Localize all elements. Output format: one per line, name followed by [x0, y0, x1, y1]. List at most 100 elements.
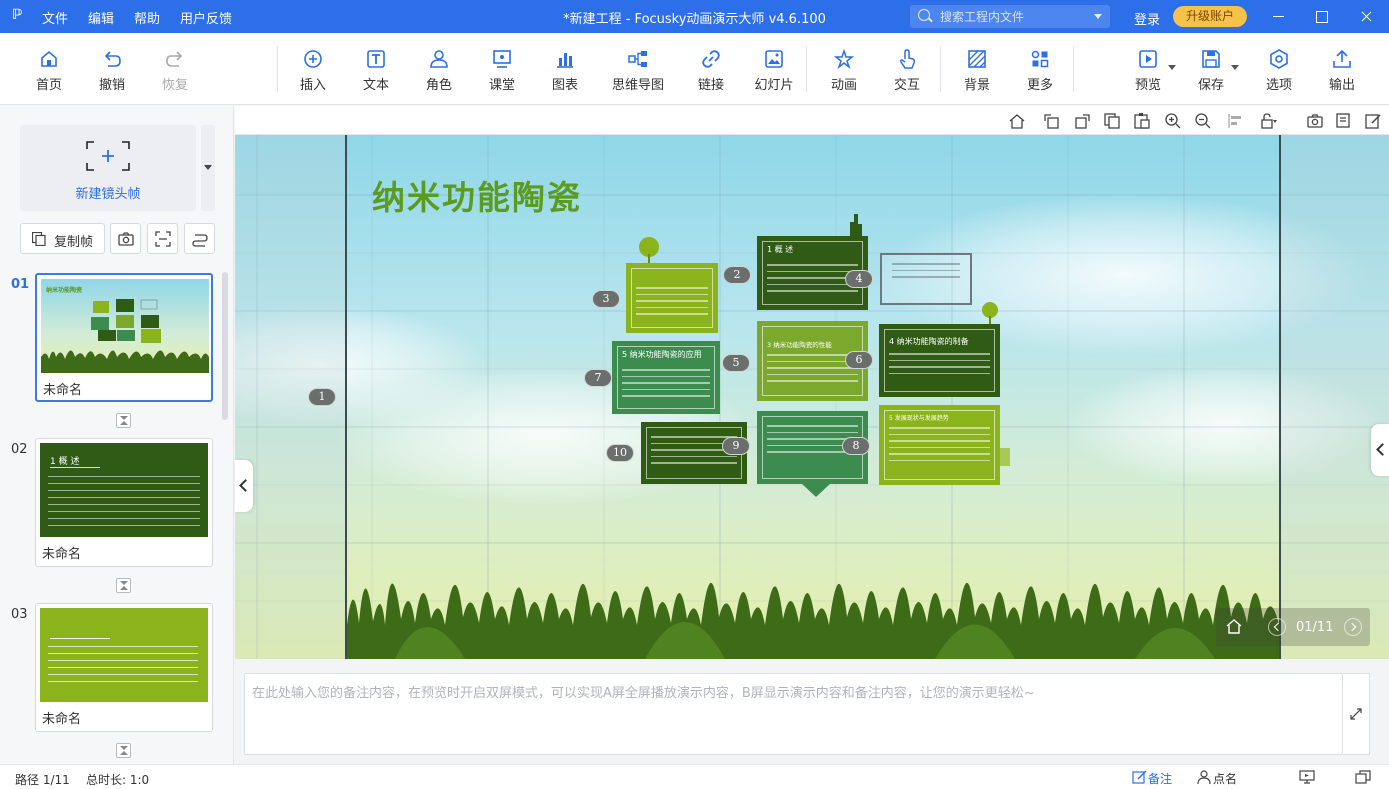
slide-title[interactable]: 纳米功能陶瓷 — [372, 171, 582, 219]
rotate-left-icon[interactable] — [1043, 112, 1061, 130]
insert-button[interactable]: 插入 — [282, 48, 344, 93]
transition-icon[interactable] — [116, 413, 131, 428]
home-button[interactable]: 首页 — [18, 48, 80, 93]
frame-card[interactable]: 1 概 述 未命名 — [35, 438, 213, 567]
preview-button[interactable]: 预览 — [1117, 48, 1179, 93]
edit-icon[interactable] — [1364, 112, 1382, 130]
snapshot-button[interactable] — [110, 223, 141, 254]
frame-card[interactable]: 纳米功能陶瓷 未命名 — [35, 273, 213, 402]
new-frame-dropdown[interactable] — [201, 125, 215, 211]
path-number-8[interactable]: 8 — [842, 437, 870, 455]
chevron-down-icon[interactable] — [1094, 14, 1102, 19]
maximize-button[interactable] — [1298, 0, 1344, 33]
animation-button[interactable]: 动画 — [813, 48, 875, 93]
classroom-icon — [493, 50, 511, 68]
slideshow-button[interactable]: 幻灯片 — [743, 48, 805, 93]
main-menu: 文件 编辑 帮助 用户反馈 — [42, 8, 232, 27]
menu-file[interactable]: 文件 — [42, 8, 68, 27]
save-button[interactable]: 保存 — [1180, 48, 1242, 93]
bar-chart-icon — [557, 53, 573, 68]
project-search[interactable] — [910, 5, 1110, 28]
toolbar-divider — [277, 46, 278, 92]
chevron-down-icon[interactable] — [1231, 65, 1239, 70]
content-box-outline[interactable] — [880, 253, 972, 305]
menu-help[interactable]: 帮助 — [134, 8, 160, 27]
background-button[interactable]: 背景 — [946, 48, 1008, 93]
home-icon[interactable] — [1224, 616, 1244, 636]
image-icon — [765, 50, 783, 68]
new-frame-button[interactable]: 新建镜头帧 — [20, 125, 196, 211]
link-button[interactable]: 链接 — [680, 48, 742, 93]
collapse-left-panel-button[interactable] — [235, 460, 253, 512]
path-number-7[interactable]: 7 — [584, 369, 612, 387]
thumb-diagram — [41, 299, 209, 373]
content-box-preparation[interactable]: 4 纳米功能陶瓷的制备 — [879, 324, 1000, 397]
editor-canvas[interactable]: 纳米功能陶瓷 1 概 述 3 纳米功能陶瓷的性能 4 纳米功能陶瓷的制备 5 纳… — [235, 135, 1389, 659]
layers-icon[interactable] — [1335, 112, 1353, 130]
menu-feedback[interactable]: 用户反馈 — [180, 8, 232, 27]
notes-input[interactable] — [244, 673, 1343, 755]
reorder-path-button[interactable] — [184, 223, 215, 254]
path-number-2[interactable]: 2 — [723, 266, 751, 284]
frame-list-scrollbar[interactable] — [222, 272, 228, 420]
rollcall-button[interactable]: 点名 — [1213, 770, 1237, 787]
expand-notes-button[interactable] — [1343, 673, 1370, 755]
frame-thumbnail: 1 概 述 — [40, 443, 208, 537]
text-button[interactable]: 文本 — [345, 48, 407, 93]
frame-card[interactable]: 未命名 — [35, 603, 213, 732]
path-number-5[interactable]: 5 — [722, 354, 750, 372]
copy-frame-button[interactable]: 复制帧 — [20, 223, 105, 254]
toolbar-divider — [806, 46, 807, 92]
camera-icon[interactable] — [1306, 112, 1324, 130]
options-button[interactable]: 选项 — [1248, 48, 1310, 93]
mindmap-button[interactable]: 思维导图 — [604, 48, 672, 93]
copy-icon[interactable] — [1103, 112, 1121, 130]
next-frame-button[interactable] — [1344, 618, 1362, 636]
status-bar: 路径 1/11 总时长: 1:0 备注 点名 — [0, 764, 1389, 789]
transition-icon[interactable] — [116, 743, 131, 758]
scan-frame-icon — [155, 231, 171, 247]
content-box-trends[interactable]: 5 发展现状与发展趋势 — [879, 405, 1000, 485]
path-number-6[interactable]: 6 — [845, 351, 873, 369]
person-icon — [1197, 770, 1211, 784]
align-icon[interactable] — [1227, 112, 1245, 130]
upgrade-button[interactable]: 升级账户 — [1173, 6, 1247, 27]
chevron-down-icon[interactable] — [1168, 65, 1176, 70]
path-number-10[interactable]: 10 — [606, 444, 634, 462]
interact-button[interactable]: 交互 — [876, 48, 938, 93]
zoom-out-icon[interactable] — [1194, 112, 1212, 130]
path-number-3[interactable]: 3 — [592, 290, 620, 308]
menu-edit[interactable]: 编辑 — [88, 8, 114, 27]
close-button[interactable] — [1343, 0, 1389, 33]
window-mode-icon[interactable] — [1355, 770, 1371, 784]
content-box-intro[interactable] — [626, 263, 718, 333]
rotate-right-icon[interactable] — [1073, 112, 1091, 130]
path-number-1[interactable]: 1 — [308, 388, 336, 406]
transition-icon[interactable] — [116, 578, 131, 593]
role-button[interactable]: 角色 — [408, 48, 470, 93]
notes-toggle-button[interactable]: 备注 — [1148, 770, 1172, 787]
search-input[interactable] — [940, 8, 1090, 25]
frame-thumbnail — [40, 608, 208, 702]
path-number-9[interactable]: 9 — [722, 437, 750, 455]
undo-button[interactable]: 撤销 — [81, 48, 143, 93]
home-view-icon[interactable] — [1008, 112, 1026, 130]
more-button[interactable]: 更多 — [1009, 48, 1071, 93]
paste-icon[interactable] — [1133, 112, 1151, 130]
lock-icon[interactable] — [1259, 112, 1277, 130]
redo-button[interactable]: 恢复 — [144, 48, 206, 93]
fit-frame-button[interactable] — [147, 223, 178, 254]
previous-frame-button[interactable] — [1268, 618, 1286, 636]
minimize-button[interactable] — [1255, 0, 1301, 33]
chart-button[interactable]: 图表 — [534, 48, 596, 93]
path-number-4[interactable]: 4 — [845, 270, 873, 288]
login-link[interactable]: 登录 — [1134, 9, 1160, 28]
class-button[interactable]: 课堂 — [471, 48, 533, 93]
content-box-application[interactable]: 5 纳米功能陶瓷的应用 — [612, 341, 720, 414]
zoom-in-icon[interactable] — [1164, 112, 1182, 130]
export-button[interactable]: 输出 — [1311, 48, 1373, 93]
expand-right-panel-button[interactable] — [1371, 424, 1389, 476]
screen-icon[interactable] — [1299, 770, 1315, 784]
main-toolbar: 首页 撤销 恢复 插入 文本 角色 课堂 图表 思维导图 链接 幻灯片 动画 交… — [0, 33, 1389, 105]
box-text-lines — [892, 263, 960, 283]
